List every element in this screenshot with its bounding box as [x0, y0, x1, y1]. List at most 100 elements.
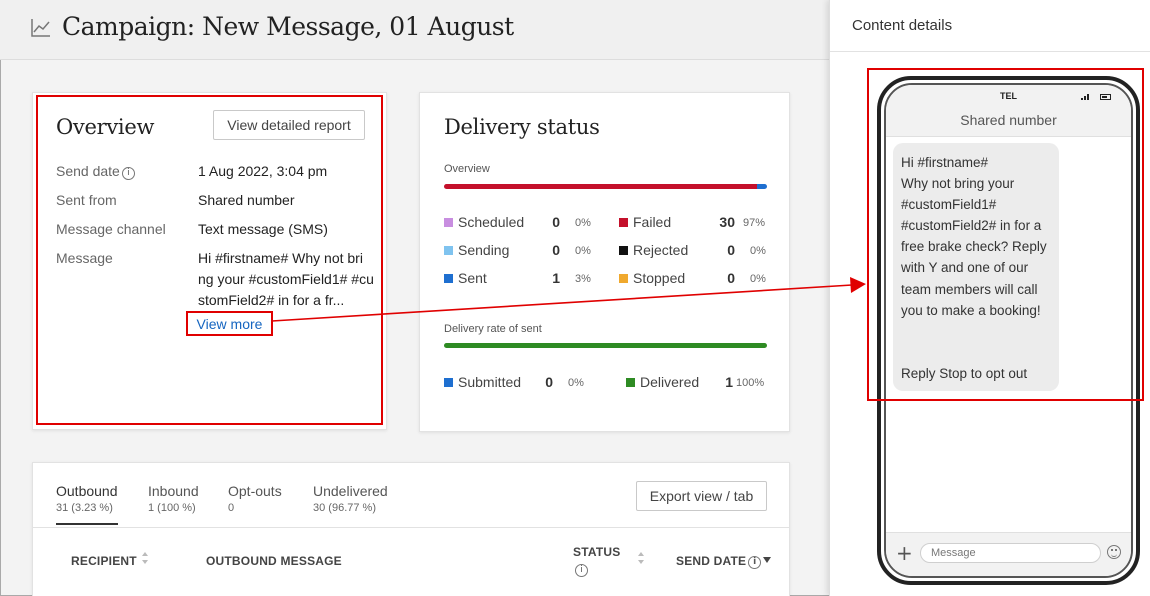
- plus-icon: +: [896, 541, 913, 565]
- sort-icon[interactable]: [637, 551, 645, 565]
- tab-count: 31 (3.23 %): [56, 502, 113, 514]
- delivery-status-card: Delivery status Overview Scheduled 0 0% …: [419, 92, 790, 432]
- info-icon[interactable]: i: [575, 564, 588, 577]
- phone-compose-bar: + Message: [886, 532, 1131, 576]
- delivered-legend-swatch: [626, 378, 635, 387]
- info-icon[interactable]: i: [748, 556, 762, 569]
- overview-title: Overview: [56, 115, 155, 139]
- column-header-recipient[interactable]: RECIPIENT: [71, 554, 137, 568]
- sent-label: Sent: [458, 270, 487, 286]
- bubble-line: team members will call: [901, 281, 1038, 297]
- messages-table-card: Outbound 31 (3.23 %) Inbound 1 (100 %) O…: [32, 462, 790, 596]
- view-more-link[interactable]: View more: [186, 311, 273, 336]
- tab-outbound[interactable]: Outbound 31 (3.23 %): [56, 483, 118, 514]
- message-label: Message: [56, 250, 113, 266]
- message-channel-value: Text message (SMS): [198, 221, 328, 237]
- rejected-pct: 0%: [750, 245, 766, 257]
- submitted-pct: 0%: [568, 377, 584, 389]
- bubble-line: free brake check? Reply: [901, 239, 1047, 255]
- bubble-line: #customField1#: [901, 197, 997, 213]
- tab-label: Opt-outs: [228, 483, 282, 499]
- message-preview-line: stomField2# in for a fr...: [198, 292, 345, 308]
- bubble-line: [901, 342, 1051, 363]
- submitted-label: Submitted: [458, 374, 522, 390]
- active-tab-indicator: [56, 523, 118, 525]
- message-preview-line: ng your #customField1# #cu: [198, 271, 374, 287]
- stopped-pct: 0%: [750, 273, 766, 285]
- message-input: Message: [920, 543, 1101, 563]
- view-detailed-report-button[interactable]: View detailed report: [213, 110, 365, 140]
- message-channel-label: Message channel: [56, 221, 166, 237]
- failed-pct: 97%: [743, 217, 766, 229]
- overview-progress-bar: [444, 184, 767, 189]
- tab-count: 30 (96.77 %): [313, 502, 376, 514]
- sort-icon[interactable]: [141, 551, 149, 565]
- failed-count: 30: [719, 214, 735, 230]
- carrier-name: TEL: [1000, 91, 1017, 101]
- sending-label: Sending: [458, 242, 510, 258]
- content-details-panel: Content details TEL Shared number Hi #fi…: [829, 0, 1150, 596]
- bubble-line: #customField2# in for a: [901, 218, 1042, 234]
- send-date-value: 1 Aug 2022, 3:04 pm: [198, 163, 328, 179]
- scheduled-pct: 0%: [575, 217, 591, 229]
- rejected-legend-swatch: [619, 246, 628, 255]
- scheduled-count: 0: [552, 214, 560, 230]
- failed-segment: [444, 184, 758, 189]
- column-header-status[interactable]: STATUS: [573, 545, 620, 559]
- tab-inbound[interactable]: Inbound 1 (100 %): [148, 483, 199, 514]
- stopped-count: 0: [727, 270, 735, 286]
- line-chart-icon: [31, 19, 50, 37]
- divider: [33, 527, 789, 528]
- message-bubble: Hi #firstname# Why not bring your #custo…: [893, 143, 1059, 391]
- column-header-outbound-message: OUTBOUND MESSAGE: [206, 554, 342, 568]
- delivered-segment: [444, 343, 767, 348]
- sent-from-label: Sent from: [56, 192, 117, 208]
- tab-label: Outbound: [56, 483, 118, 499]
- divider: [830, 51, 1150, 52]
- bubble-line: [901, 321, 1051, 342]
- bubble-line: Why not bring your: [901, 176, 1015, 192]
- bubble-line: with Y and one of our: [901, 260, 1029, 276]
- tab-opt-outs[interactable]: Opt-outs 0: [228, 483, 282, 514]
- stopped-label: Stopped: [633, 270, 686, 286]
- signal-icon: [1081, 94, 1089, 100]
- scheduled-label: Scheduled: [458, 214, 525, 230]
- overview-card: Overview View detailed report Send date i…: [32, 92, 387, 430]
- bubble-line: Hi #firstname#: [901, 155, 989, 170]
- page-title: Campaign: New Message, 01 August: [62, 12, 514, 41]
- message-preview-line: Hi #firstname# Why not bri: [198, 250, 363, 266]
- page-header: Campaign: New Message, 01 August: [0, 0, 829, 60]
- phone-screen: TEL Shared number Hi #firstname# Why not…: [884, 83, 1133, 578]
- rejected-count: 0: [727, 242, 735, 258]
- sent-count: 1: [552, 270, 560, 286]
- delivered-pct: 100%: [736, 377, 765, 389]
- export-view-button[interactable]: Export view / tab: [636, 481, 767, 511]
- tab-label: Undelivered: [313, 483, 388, 499]
- delivery-status-title: Delivery status: [444, 115, 600, 139]
- battery-icon: [1100, 94, 1111, 100]
- emoji-icon: [1107, 545, 1121, 559]
- delivered-label: Delivered: [640, 374, 700, 390]
- bubble-line: Reply Stop to opt out: [901, 365, 1028, 381]
- panel-title: Content details: [852, 17, 953, 34]
- sort-descending-icon[interactable]: [763, 553, 771, 567]
- sent-from-value: Shared number: [198, 192, 295, 208]
- tab-label: Inbound: [148, 483, 199, 499]
- info-icon[interactable]: i: [121, 167, 135, 180]
- sent-legend-swatch: [444, 274, 453, 283]
- tab-count: 1 (100 %): [148, 502, 196, 514]
- delivered-count: 1: [725, 374, 733, 390]
- sent-pct: 3%: [575, 273, 591, 285]
- tab-count: 0: [228, 502, 235, 514]
- delivery-rate-label: Delivery rate of sent: [444, 323, 542, 335]
- sending-pct: 0%: [575, 245, 591, 257]
- failed-legend-swatch: [619, 218, 628, 227]
- sending-count: 0: [552, 242, 560, 258]
- sent-segment: [757, 184, 767, 189]
- send-date-label: Send date i: [56, 163, 135, 180]
- bubble-line: you to make a booking!: [901, 302, 1041, 318]
- tab-undelivered[interactable]: Undelivered 30 (96.77 %): [313, 483, 388, 514]
- phone-status-bar: TEL Shared number: [886, 85, 1131, 137]
- sender-name: Shared number: [960, 112, 1057, 128]
- column-header-send-date[interactable]: SEND DATE i: [676, 554, 762, 569]
